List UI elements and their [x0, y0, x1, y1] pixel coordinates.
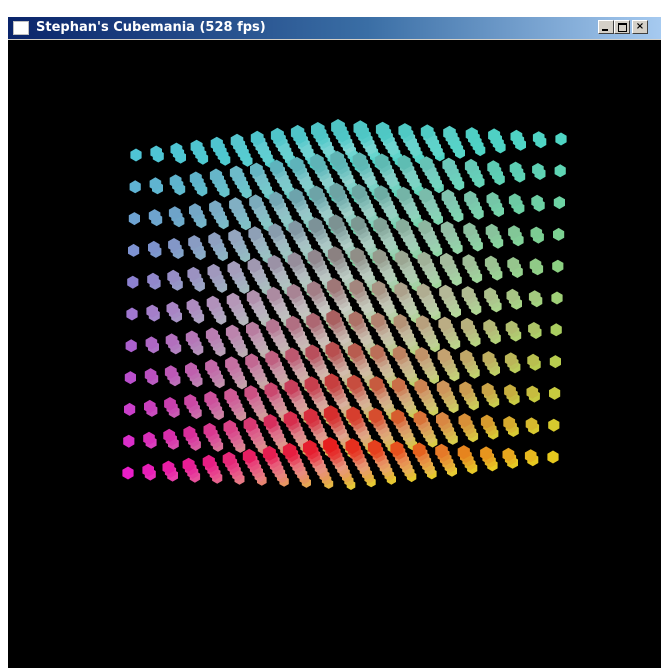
app-window: Stephan's Cubemania (528 fps) ×: [8, 17, 661, 668]
window-title: Stephan's Cubemania (528 fps): [36, 20, 266, 35]
cubelet: [552, 259, 564, 273]
render-viewport[interactable]: [8, 40, 661, 668]
cubelet: [126, 307, 138, 321]
cubelet: [548, 418, 560, 432]
cubelet: [553, 196, 565, 210]
cubelet: [547, 450, 559, 464]
cubelet: [123, 434, 135, 448]
maximize-icon: [618, 23, 627, 32]
cubelet: [128, 212, 140, 226]
close-button[interactable]: ×: [632, 20, 648, 34]
minimize-button[interactable]: [598, 20, 614, 34]
cubelet: [553, 227, 565, 241]
cubelet: [130, 148, 142, 162]
maximize-button[interactable]: [614, 20, 630, 34]
cubelet: [129, 180, 141, 194]
cube-render: [122, 119, 567, 490]
title-bar[interactable]: Stephan's Cubemania (528 fps) ×: [8, 17, 661, 39]
minimize-icon: [602, 29, 608, 31]
cubelet: [551, 291, 563, 305]
cubelet: [555, 132, 567, 146]
cubelet: [550, 323, 562, 337]
window-icon[interactable]: [13, 21, 29, 35]
close-icon: ×: [635, 21, 645, 32]
cubelet: [128, 243, 140, 257]
cubelet: [125, 339, 137, 353]
cubelet: [127, 275, 139, 289]
cubelet: [124, 371, 136, 385]
cubelet: [554, 164, 566, 178]
cubelet: [549, 355, 561, 369]
cubelet: [549, 386, 561, 400]
cubelet: [124, 402, 136, 416]
cubelet: [122, 466, 134, 480]
